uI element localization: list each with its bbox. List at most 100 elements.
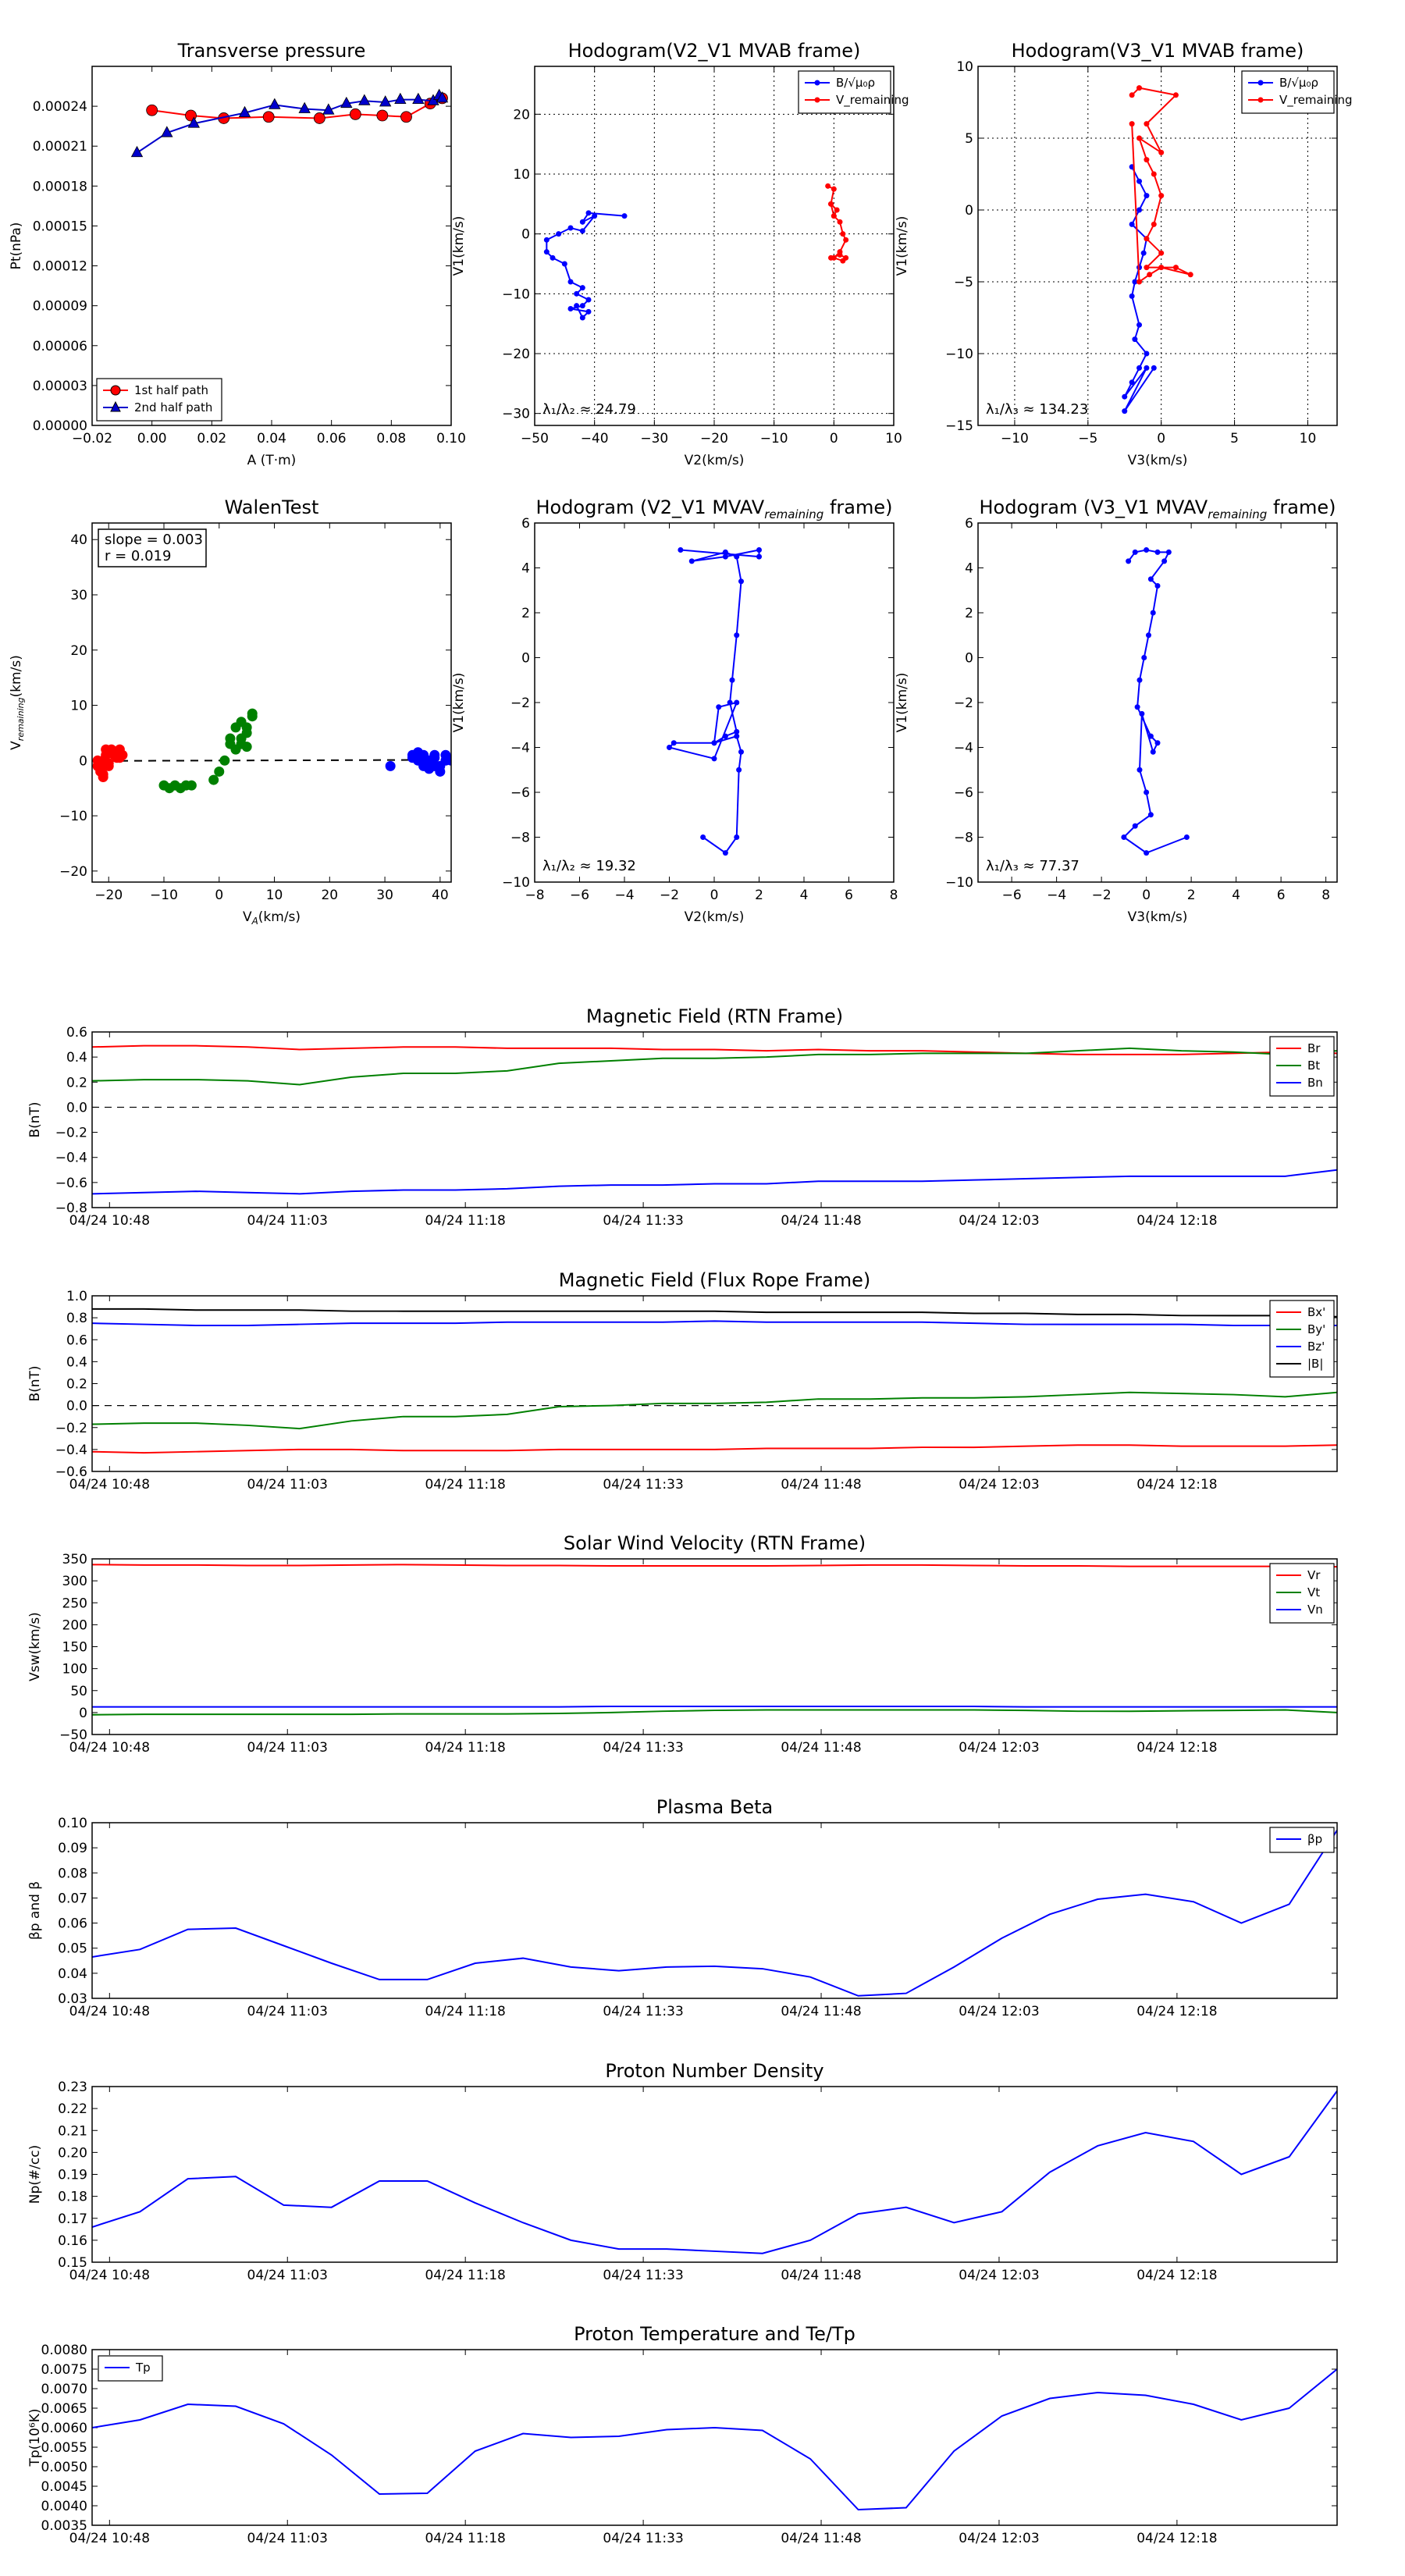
x-tick-label: 0.08 — [376, 431, 406, 447]
x-tick-label: 04/24 11:03 — [247, 2268, 328, 2283]
x-axis-label: V3(km/s) — [1128, 909, 1188, 925]
x-axis-label: A (T·m) — [247, 453, 297, 468]
data-point — [208, 774, 219, 785]
x-tick-label: 04/24 12:18 — [1136, 1213, 1217, 1229]
y-tick-label: 0.2 — [66, 1377, 87, 1393]
data-point — [837, 252, 843, 258]
chart-mag_rtn: −0.8−0.6−0.4−0.20.00.20.40.604/24 10:48 0… — [27, 1005, 1338, 1229]
data-point — [1161, 558, 1168, 564]
x-tick-label: 4 — [800, 888, 809, 903]
data-point — [1172, 265, 1179, 271]
y-tick-label: 0.17 — [58, 2211, 87, 2227]
x-tick-label: 8 — [890, 888, 898, 903]
series-line-2 — [92, 1706, 1337, 1708]
x-tick-label: 04/24 11:33 — [603, 2268, 683, 2283]
y-axis-label: V1(km/s) — [451, 216, 467, 276]
data-point — [1183, 834, 1190, 840]
data-point — [241, 722, 252, 733]
x-tick-label: 0.00 — [137, 431, 167, 447]
x-tick-label: 04/24 12:18 — [1136, 2268, 1217, 2283]
y-tick-label: 0.0040 — [41, 2499, 87, 2514]
legend: B/√μ₀ρ V_remaining — [1241, 70, 1353, 114]
x-tick-label: 04/24 11:48 — [781, 1477, 861, 1493]
chart-title: Plasma Beta — [656, 1796, 773, 1818]
x-tick-label: −20 — [94, 888, 123, 903]
legend-label: Bx' — [1307, 1305, 1325, 1319]
data-point — [843, 254, 849, 261]
x-tick-label: 04/24 10:48 — [69, 2531, 150, 2546]
x-tick-label: 04/24 12:03 — [959, 1740, 1039, 1756]
data-point — [579, 228, 585, 234]
y-tick-label: −4 — [954, 741, 973, 756]
y-tick-label: 0.00021 — [33, 139, 87, 155]
data-point — [738, 749, 744, 755]
plot-area — [92, 2368, 1337, 2511]
y-axis-label: Vremaining(km/s) — [9, 655, 26, 750]
plot-area — [92, 2090, 1337, 2254]
legend: B/√μ₀ρ V_remaining — [798, 70, 909, 114]
chart-h3: −10−8−6−4−20246−8 −6 −4 −2 0 2 4 6 8Hodogram (V2… — [451, 496, 898, 925]
series-line-0 — [92, 2090, 1337, 2254]
data-point — [1144, 350, 1150, 357]
data-point — [756, 547, 762, 553]
y-tick-label: −0.4 — [55, 1151, 87, 1166]
x-tick-label: 40 — [432, 888, 449, 903]
y-tick-label: −5 — [954, 275, 973, 290]
y-tick-label: 0 — [965, 651, 973, 667]
data-point — [734, 733, 740, 739]
x-tick-label: 8 — [1321, 888, 1330, 903]
data-point — [1136, 85, 1143, 91]
data-point — [1129, 221, 1135, 227]
data-point — [543, 249, 550, 255]
y-axis-label: B(nT) — [27, 1101, 43, 1137]
legend: Vr Vt Vn — [1269, 1563, 1335, 1624]
legend-label: Vr — [1307, 1568, 1321, 1582]
legend-label: B/√μ₀ρ — [1279, 76, 1318, 90]
data-point — [1140, 250, 1147, 256]
data-point — [1144, 193, 1150, 199]
x-tick-label: −10 — [150, 888, 178, 903]
x-tick-label: 04/24 12:18 — [1136, 1740, 1217, 1756]
series-line-1 — [92, 1391, 1337, 1430]
chart-title: Proton Number Density — [605, 2060, 823, 2082]
x-tick-label: −8 — [525, 888, 544, 903]
data-point — [734, 699, 740, 706]
x-tick-label: −4 — [1047, 888, 1066, 903]
y-tick-label: −0.4 — [55, 1443, 87, 1458]
y-tick-label: −0.2 — [55, 1126, 87, 1141]
y-tick-label: 1.0 — [66, 1289, 87, 1304]
data-point — [1144, 365, 1150, 371]
chart-tp: 0.00350.00400.00450.00500.00550.00600.00… — [27, 2323, 1338, 2546]
data-point — [1132, 336, 1138, 343]
legend-marker — [1257, 97, 1264, 103]
y-tick-label: 50 — [70, 1684, 87, 1699]
data-point — [186, 780, 197, 791]
y-tick-label: −8 — [510, 831, 530, 846]
y-axis-label: Tp(10⁶K) — [27, 2408, 43, 2467]
y-tick-label: 4 — [521, 561, 530, 577]
y-tick-label: 0.00024 — [33, 99, 87, 115]
data-point — [1144, 547, 1150, 553]
legend-marker — [814, 97, 820, 103]
y-axis-label: Vsw(km/s) — [27, 1612, 43, 1681]
data-point — [1136, 677, 1143, 683]
y-tick-label: 0.0060 — [41, 2421, 87, 2436]
x-tick-label: −50 — [521, 431, 549, 447]
y-tick-label: 0.04 — [58, 1966, 87, 1982]
data-point — [1154, 740, 1161, 746]
y-tick-label: 0.00009 — [33, 299, 87, 315]
legend-label: B/√μ₀ρ — [836, 76, 875, 90]
plot-area — [92, 1308, 1337, 1454]
y-tick-label: −20 — [502, 347, 530, 362]
data-point — [1122, 408, 1128, 415]
y-tick-label: −2 — [954, 696, 973, 711]
legend-label: Bt — [1307, 1059, 1320, 1073]
x-tick-label: 04/24 11:18 — [425, 2004, 505, 2019]
y-tick-label: 300 — [62, 1574, 87, 1589]
series-line-0 — [667, 549, 760, 855]
data-point — [1136, 279, 1143, 285]
x-tick-label: 0.04 — [257, 431, 286, 447]
y-tick-label: 0.10 — [58, 1816, 87, 1831]
y-tick-label: 250 — [62, 1596, 87, 1611]
y-tick-label: −10 — [945, 347, 973, 362]
